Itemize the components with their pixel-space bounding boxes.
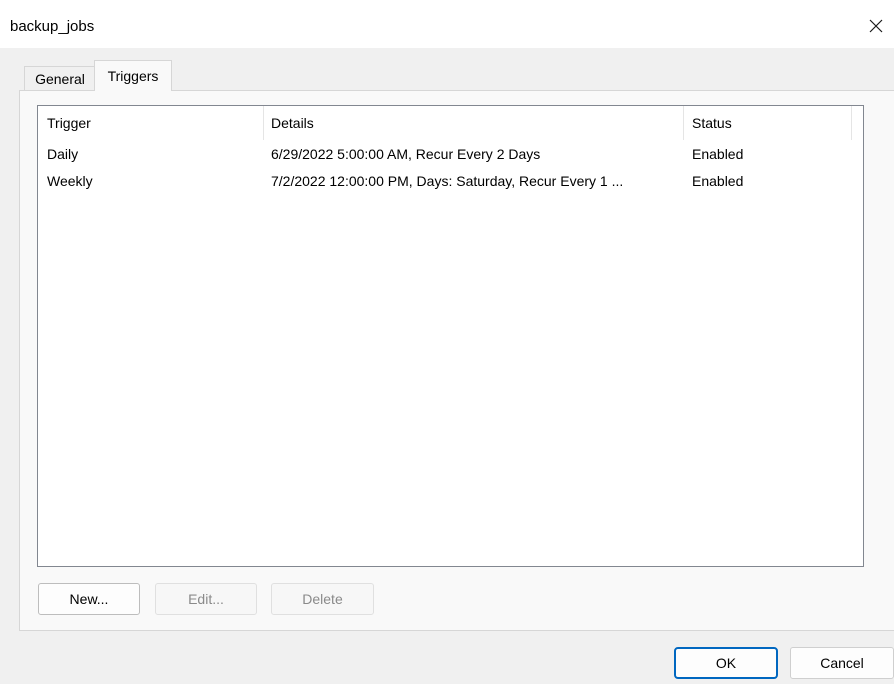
title-bar: backup_jobs — [0, 0, 894, 48]
column-header-details[interactable]: Details — [264, 106, 684, 140]
tab-general-label: General — [35, 70, 85, 87]
tab-triggers-label: Triggers — [107, 68, 159, 84]
column-header-label: Trigger — [47, 115, 91, 131]
cell-details: 6/29/2022 5:00:00 AM, Recur Every 2 Days — [271, 145, 541, 162]
column-header-label: Status — [692, 115, 732, 131]
table-row[interactable]: Daily 6/29/2022 5:00:00 AM, Recur Every … — [38, 140, 863, 167]
column-header-label: Details — [271, 115, 314, 131]
cell-details: 7/2/2022 12:00:00 PM, Days: Saturday, Re… — [271, 172, 624, 189]
cell-trigger: Weekly — [47, 172, 93, 189]
close-button[interactable] — [858, 8, 894, 44]
new-trigger-button[interactable]: New... — [38, 583, 140, 615]
cancel-button[interactable]: Cancel — [790, 647, 894, 679]
cell-status: Enabled — [692, 172, 744, 189]
tab-general[interactable]: General — [24, 66, 96, 90]
edit-trigger-button[interactable]: Edit... — [155, 583, 257, 615]
cell-status: Enabled — [692, 145, 744, 162]
triggers-list[interactable]: Trigger Details Status Daily 6/29/2022 5… — [37, 105, 864, 567]
tab-triggers[interactable]: Triggers — [94, 60, 172, 91]
close-icon — [869, 19, 883, 33]
column-header-trigger[interactable]: Trigger — [38, 106, 264, 140]
cell-trigger: Daily — [47, 145, 79, 162]
properties-dialog: backup_jobs General Triggers Trigger Det… — [0, 0, 894, 684]
delete-trigger-button[interactable]: Delete — [271, 583, 374, 615]
list-header: Trigger Details Status — [38, 106, 863, 140]
table-row[interactable]: Weekly 7/2/2022 12:00:00 PM, Days: Satur… — [38, 167, 863, 194]
ok-button[interactable]: OK — [674, 647, 778, 679]
window-title: backup_jobs — [10, 18, 95, 35]
column-header-status[interactable]: Status — [684, 106, 852, 140]
